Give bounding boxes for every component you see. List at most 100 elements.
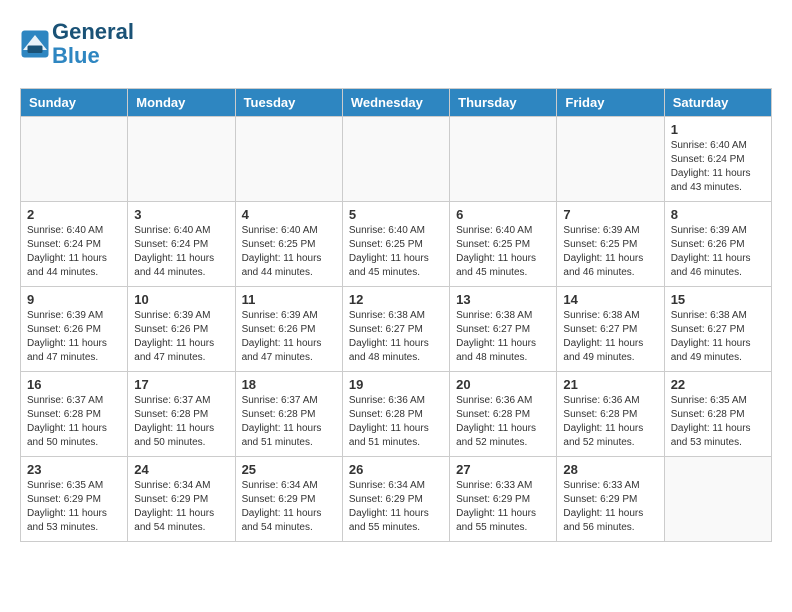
calendar-cell: 7 Sunrise: 6:39 AM Sunset: 6:25 PM Daylig… (557, 202, 664, 287)
day-info: Sunrise: 6:38 AM Sunset: 6:27 PM Dayligh… (563, 309, 657, 365)
day-info: Sunrise: 6:33 AM Sunset: 6:29 PM Dayligh… (456, 479, 550, 535)
day-info: Sunrise: 6:39 AM Sunset: 6:26 PM Dayligh… (671, 224, 765, 280)
day-number: 21 (563, 377, 657, 392)
calendar-cell (664, 457, 771, 542)
day-number: 2 (27, 207, 121, 222)
weekday-header-sunday: Sunday (21, 89, 128, 117)
day-info: Sunrise: 6:39 AM Sunset: 6:26 PM Dayligh… (27, 309, 121, 365)
day-info: Sunrise: 6:40 AM Sunset: 6:25 PM Dayligh… (242, 224, 336, 280)
weekday-header-friday: Friday (557, 89, 664, 117)
day-info: Sunrise: 6:40 AM Sunset: 6:24 PM Dayligh… (134, 224, 228, 280)
calendar-cell: 16 Sunrise: 6:37 AM Sunset: 6:28 PM Dayli… (21, 372, 128, 457)
calendar-cell: 5 Sunrise: 6:40 AM Sunset: 6:25 PM Daylig… (342, 202, 449, 287)
weekday-header-wednesday: Wednesday (342, 89, 449, 117)
day-number: 7 (563, 207, 657, 222)
day-number: 5 (349, 207, 443, 222)
day-number: 15 (671, 292, 765, 307)
calendar-cell: 13 Sunrise: 6:38 AM Sunset: 6:27 PM Dayli… (450, 287, 557, 372)
day-number: 11 (242, 292, 336, 307)
day-number: 25 (242, 462, 336, 477)
weekday-header-saturday: Saturday (664, 89, 771, 117)
calendar-cell: 22 Sunrise: 6:35 AM Sunset: 6:28 PM Dayli… (664, 372, 771, 457)
calendar-cell: 21 Sunrise: 6:36 AM Sunset: 6:28 PM Dayli… (557, 372, 664, 457)
day-info: Sunrise: 6:38 AM Sunset: 6:27 PM Dayligh… (349, 309, 443, 365)
calendar-cell: 27 Sunrise: 6:33 AM Sunset: 6:29 PM Dayli… (450, 457, 557, 542)
day-info: Sunrise: 6:40 AM Sunset: 6:24 PM Dayligh… (671, 139, 765, 195)
day-number: 17 (134, 377, 228, 392)
calendar-cell: 20 Sunrise: 6:36 AM Sunset: 6:28 PM Dayli… (450, 372, 557, 457)
calendar-table: SundayMondayTuesdayWednesdayThursdayFrid… (20, 88, 772, 542)
calendar-cell: 1 Sunrise: 6:40 AM Sunset: 6:24 PM Daylig… (664, 117, 771, 202)
day-info: Sunrise: 6:39 AM Sunset: 6:26 PM Dayligh… (242, 309, 336, 365)
day-info: Sunrise: 6:36 AM Sunset: 6:28 PM Dayligh… (349, 394, 443, 450)
day-info: Sunrise: 6:37 AM Sunset: 6:28 PM Dayligh… (27, 394, 121, 450)
weekday-header-tuesday: Tuesday (235, 89, 342, 117)
calendar-cell (342, 117, 449, 202)
calendar-cell: 18 Sunrise: 6:37 AM Sunset: 6:28 PM Dayli… (235, 372, 342, 457)
calendar-cell: 25 Sunrise: 6:34 AM Sunset: 6:29 PM Dayli… (235, 457, 342, 542)
calendar-cell: 14 Sunrise: 6:38 AM Sunset: 6:27 PM Dayli… (557, 287, 664, 372)
day-number: 19 (349, 377, 443, 392)
calendar-cell: 17 Sunrise: 6:37 AM Sunset: 6:28 PM Dayli… (128, 372, 235, 457)
day-number: 28 (563, 462, 657, 477)
day-info: Sunrise: 6:33 AM Sunset: 6:29 PM Dayligh… (563, 479, 657, 535)
day-number: 3 (134, 207, 228, 222)
day-info: Sunrise: 6:35 AM Sunset: 6:29 PM Dayligh… (27, 479, 121, 535)
calendar-cell (21, 117, 128, 202)
day-info: Sunrise: 6:40 AM Sunset: 6:25 PM Dayligh… (456, 224, 550, 280)
calendar-cell: 2 Sunrise: 6:40 AM Sunset: 6:24 PM Daylig… (21, 202, 128, 287)
day-info: Sunrise: 6:40 AM Sunset: 6:25 PM Dayligh… (349, 224, 443, 280)
calendar-cell: 11 Sunrise: 6:39 AM Sunset: 6:26 PM Dayli… (235, 287, 342, 372)
day-number: 10 (134, 292, 228, 307)
day-number: 8 (671, 207, 765, 222)
weekday-header-monday: Monday (128, 89, 235, 117)
day-info: Sunrise: 6:34 AM Sunset: 6:29 PM Dayligh… (349, 479, 443, 535)
calendar-cell: 10 Sunrise: 6:39 AM Sunset: 6:26 PM Dayli… (128, 287, 235, 372)
day-info: Sunrise: 6:36 AM Sunset: 6:28 PM Dayligh… (563, 394, 657, 450)
day-info: Sunrise: 6:40 AM Sunset: 6:24 PM Dayligh… (27, 224, 121, 280)
day-number: 14 (563, 292, 657, 307)
day-info: Sunrise: 6:34 AM Sunset: 6:29 PM Dayligh… (242, 479, 336, 535)
calendar-cell: 26 Sunrise: 6:34 AM Sunset: 6:29 PM Dayli… (342, 457, 449, 542)
day-number: 26 (349, 462, 443, 477)
calendar-cell: 19 Sunrise: 6:36 AM Sunset: 6:28 PM Dayli… (342, 372, 449, 457)
calendar-cell (128, 117, 235, 202)
day-number: 20 (456, 377, 550, 392)
day-number: 12 (349, 292, 443, 307)
calendar-cell (557, 117, 664, 202)
day-number: 27 (456, 462, 550, 477)
day-number: 22 (671, 377, 765, 392)
logo-blue: Blue (52, 43, 100, 68)
calendar-cell: 6 Sunrise: 6:40 AM Sunset: 6:25 PM Daylig… (450, 202, 557, 287)
day-number: 24 (134, 462, 228, 477)
calendar-cell: 9 Sunrise: 6:39 AM Sunset: 6:26 PM Daylig… (21, 287, 128, 372)
day-number: 4 (242, 207, 336, 222)
day-number: 13 (456, 292, 550, 307)
calendar-cell: 3 Sunrise: 6:40 AM Sunset: 6:24 PM Daylig… (128, 202, 235, 287)
day-info: Sunrise: 6:37 AM Sunset: 6:28 PM Dayligh… (242, 394, 336, 450)
calendar-cell: 4 Sunrise: 6:40 AM Sunset: 6:25 PM Daylig… (235, 202, 342, 287)
calendar-cell (235, 117, 342, 202)
day-number: 23 (27, 462, 121, 477)
day-number: 9 (27, 292, 121, 307)
day-number: 6 (456, 207, 550, 222)
day-info: Sunrise: 6:36 AM Sunset: 6:28 PM Dayligh… (456, 394, 550, 450)
day-info: Sunrise: 6:37 AM Sunset: 6:28 PM Dayligh… (134, 394, 228, 450)
calendar-cell: 24 Sunrise: 6:34 AM Sunset: 6:29 PM Dayli… (128, 457, 235, 542)
logo: GeneralBlue (20, 20, 134, 68)
day-info: Sunrise: 6:38 AM Sunset: 6:27 PM Dayligh… (456, 309, 550, 365)
logo-general: GeneralBlue (52, 20, 134, 68)
calendar-cell: 12 Sunrise: 6:38 AM Sunset: 6:27 PM Dayli… (342, 287, 449, 372)
calendar-cell: 28 Sunrise: 6:33 AM Sunset: 6:29 PM Dayli… (557, 457, 664, 542)
calendar-cell: 15Sunrise: 6:38 AM Sunset: 6:27 PM Dayli… (664, 287, 771, 372)
calendar-cell: 23 Sunrise: 6:35 AM Sunset: 6:29 PM Dayli… (21, 457, 128, 542)
day-info: Sunrise: 6:35 AM Sunset: 6:28 PM Dayligh… (671, 394, 765, 450)
day-info: Sunrise: 6:34 AM Sunset: 6:29 PM Dayligh… (134, 479, 228, 535)
calendar-cell (450, 117, 557, 202)
day-number: 18 (242, 377, 336, 392)
day-info: Sunrise: 6:39 AM Sunset: 6:25 PM Dayligh… (563, 224, 657, 280)
day-number: 16 (27, 377, 121, 392)
calendar-cell: 8 Sunrise: 6:39 AM Sunset: 6:26 PM Daylig… (664, 202, 771, 287)
day-number: 1 (671, 122, 765, 137)
day-info: Sunrise: 6:39 AM Sunset: 6:26 PM Dayligh… (134, 309, 228, 365)
